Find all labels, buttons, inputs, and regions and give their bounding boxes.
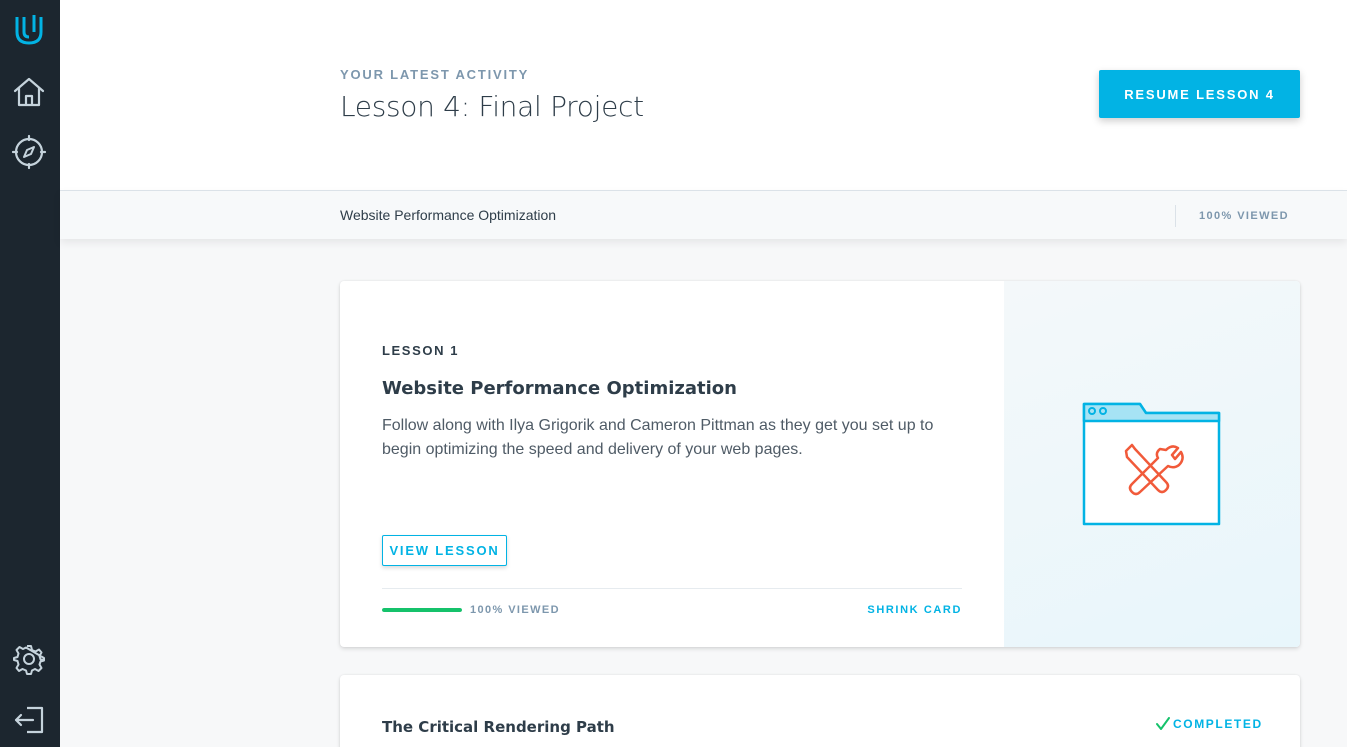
compass-icon[interactable] — [10, 133, 48, 171]
logout-icon[interactable] — [10, 701, 48, 739]
lesson-title: The Critical Rendering Path — [382, 718, 615, 736]
divider — [382, 588, 962, 589]
tools-window-icon — [1082, 401, 1222, 532]
udacity-logo-icon[interactable] — [10, 10, 48, 48]
lesson-illustration — [1004, 281, 1300, 647]
activity-eyebrow: YOUR LATEST ACTIVITY — [340, 67, 530, 82]
lesson-card: LESSON 1 Website Performance Optimizatio… — [340, 281, 1300, 647]
course-name: Website Performance Optimization — [340, 207, 557, 223]
resume-lesson-button[interactable]: RESUME LESSON 4 — [1099, 70, 1300, 118]
completed-label: COMPLETED — [1173, 717, 1263, 731]
lesson-progress-fill — [382, 608, 462, 612]
lesson-progress-bar — [382, 608, 462, 612]
checkmark-icon — [1156, 717, 1170, 730]
sidebar — [0, 0, 60, 747]
latest-activity-header: YOUR LATEST ACTIVITY Lesson 4: Final Pro… — [60, 0, 1347, 190]
gear-icon[interactable] — [10, 640, 48, 678]
course-progress-bar: Website Performance Optimization 100% VI… — [60, 190, 1347, 239]
lesson-description: Follow along with Ilya Grigorik and Came… — [382, 417, 934, 458]
divider — [1175, 205, 1176, 227]
page-title: Lesson 4: Final Project — [340, 90, 644, 123]
lesson-viewed-status: 100% VIEWED — [470, 604, 560, 616]
view-lesson-button[interactable]: VIEW LESSON — [382, 535, 507, 566]
lesson-card-collapsed[interactable]: The Critical Rendering Path COMPLETED — [340, 675, 1300, 747]
shrink-card-link[interactable]: SHRINK CARD — [867, 604, 962, 616]
lesson-title: Website Performance Optimization — [382, 378, 737, 399]
course-viewed-status: 100% VIEWED — [1199, 210, 1289, 222]
lesson-number: LESSON 1 — [382, 343, 460, 358]
completed-badge: COMPLETED — [1156, 717, 1263, 731]
home-icon[interactable] — [10, 73, 48, 111]
